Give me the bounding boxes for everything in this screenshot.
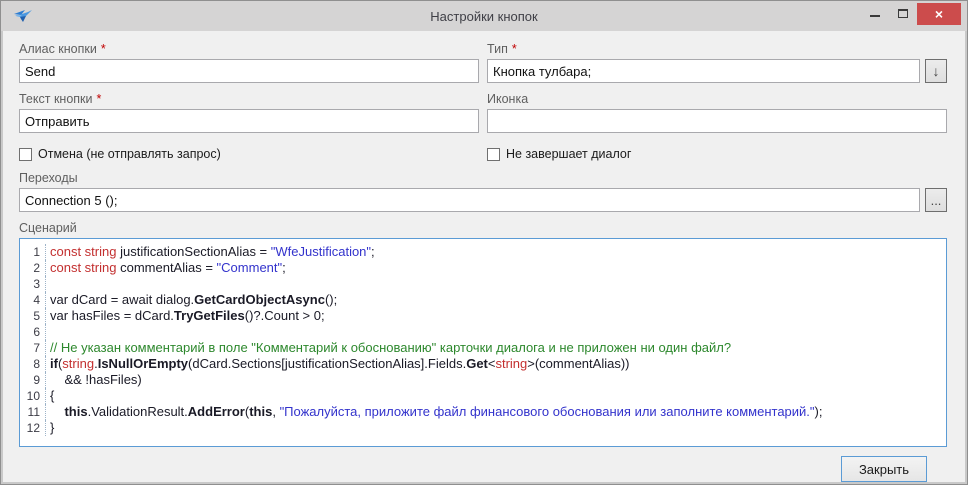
type-field-group: Тип* ↓: [487, 33, 947, 83]
line-number: 1: [20, 244, 46, 260]
icon-input[interactable]: [487, 109, 947, 133]
line-number: 12: [20, 420, 46, 436]
text-field-group: Текст кнопки*: [19, 83, 479, 133]
line-number: 8: [20, 356, 46, 372]
line-number: 10: [20, 388, 46, 404]
code-text: && !hasFiles): [46, 372, 142, 388]
line-number: 11: [20, 404, 46, 420]
code-text: var dCard = await dialog.GetCardObjectAs…: [46, 292, 337, 308]
type-label: Тип*: [487, 42, 947, 56]
code-text: const string justificationSectionAlias =…: [46, 244, 375, 260]
code-line: 7// Не указан комментарий в поле "Коммен…: [20, 340, 946, 356]
alias-field-group: Алиас кнопки*: [19, 33, 479, 83]
transitions-field-group: Переходы ...: [19, 162, 947, 212]
close-dialog-button[interactable]: Закрыть: [841, 456, 927, 482]
cancel-checkbox-row: Отмена (не отправлять запрос): [19, 146, 479, 162]
code-line: 11 this.ValidationResult.AddError(this, …: [20, 404, 946, 420]
code-text: // Не указан комментарий в поле "Коммент…: [46, 340, 731, 356]
no-close-dialog-checkbox[interactable]: [487, 148, 500, 161]
icon-field-group: Иконка: [487, 83, 947, 133]
dialog-content: Алиас кнопки* Тип* ↓ Текст кнопки* Иконк…: [1, 31, 967, 482]
code-text: }: [46, 420, 54, 436]
bird-logo-icon: [12, 7, 34, 25]
code-line: 12}: [20, 420, 946, 436]
no-close-checkbox-label: Не завершает диалог: [506, 147, 631, 161]
title-bar[interactable]: Настройки кнопок ×: [1, 1, 967, 31]
line-number: 4: [20, 292, 46, 308]
minimize-icon: [870, 15, 880, 17]
code-text: var hasFiles = dCard.TryGetFiles()?.Coun…: [46, 308, 325, 324]
window-title: Настройки кнопок: [1, 1, 967, 31]
script-field-group: Сценарий 1const string justificationSect…: [19, 212, 947, 447]
alias-label: Алиас кнопки*: [19, 42, 479, 56]
code-line: 10{: [20, 388, 946, 404]
code-text: {: [46, 388, 54, 404]
line-number: 2: [20, 260, 46, 276]
required-asterisk: *: [101, 42, 106, 56]
line-number: 6: [20, 324, 46, 340]
code-line: 2const string commentAlias = "Comment";: [20, 260, 946, 276]
transitions-input[interactable]: [19, 188, 920, 212]
type-dropdown-button[interactable]: ↓: [925, 59, 947, 83]
script-label: Сценарий: [19, 221, 947, 235]
close-window-button[interactable]: ×: [917, 3, 961, 25]
script-code-editor[interactable]: 1const string justificationSectionAlias …: [19, 238, 947, 447]
minimize-button[interactable]: [861, 3, 889, 23]
transitions-browse-button[interactable]: ...: [925, 188, 947, 212]
code-line: 6: [20, 324, 946, 340]
code-line: 9 && !hasFiles): [20, 372, 946, 388]
required-asterisk: *: [512, 42, 517, 56]
code-text: [46, 324, 54, 340]
type-input[interactable]: [487, 59, 920, 83]
code-line: 5var hasFiles = dCard.TryGetFiles()?.Cou…: [20, 308, 946, 324]
maximize-icon: [898, 9, 908, 18]
window-controls: ×: [861, 1, 967, 25]
code-line: 4var dCard = await dialog.GetCardObjectA…: [20, 292, 946, 308]
alias-input[interactable]: [19, 59, 479, 83]
code-text: const string commentAlias = "Comment";: [46, 260, 286, 276]
button-settings-dialog: Настройки кнопок × Алиас кнопки* Тип* ↓ …: [0, 0, 968, 485]
icon-label: Иконка: [487, 92, 947, 106]
line-number: 7: [20, 340, 46, 356]
code-text: [46, 276, 54, 292]
code-line: 3: [20, 276, 946, 292]
close-icon: ×: [935, 6, 943, 22]
line-number: 5: [20, 308, 46, 324]
code-line: 1const string justificationSectionAlias …: [20, 244, 946, 260]
maximize-button[interactable]: [889, 3, 917, 23]
cancel-checkbox-label: Отмена (не отправлять запрос): [38, 147, 221, 161]
transitions-label: Переходы: [19, 171, 947, 185]
code-text: this.ValidationResult.AddError(this, "По…: [46, 404, 822, 420]
line-number: 9: [20, 372, 46, 388]
required-asterisk: *: [97, 92, 102, 106]
dialog-footer: Закрыть: [19, 447, 947, 482]
code-text: if(string.IsNullOrEmpty(dCard.Sections[j…: [46, 356, 629, 372]
ellipsis-icon: ...: [931, 194, 942, 207]
button-text-input[interactable]: [19, 109, 479, 133]
cancel-checkbox[interactable]: [19, 148, 32, 161]
no-close-checkbox-row: Не завершает диалог: [487, 146, 947, 162]
code-line: 8if(string.IsNullOrEmpty(dCard.Sections[…: [20, 356, 946, 372]
text-label: Текст кнопки*: [19, 92, 479, 106]
arrow-down-icon: ↓: [933, 64, 940, 78]
line-number: 3: [20, 276, 46, 292]
